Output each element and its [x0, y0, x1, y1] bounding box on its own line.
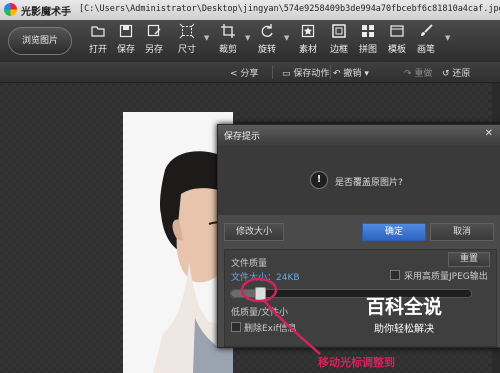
annotation-circle — [240, 277, 278, 303]
annotation-arrow — [262, 299, 321, 355]
watermark-subtitle: 助你轻松解决 — [374, 324, 434, 335]
watermark: 百科全说 助你轻松解决 — [334, 292, 474, 344]
annotation-text: 移动光标调整到 — [318, 356, 395, 369]
watermark-title: 百科全说 — [365, 296, 442, 318]
